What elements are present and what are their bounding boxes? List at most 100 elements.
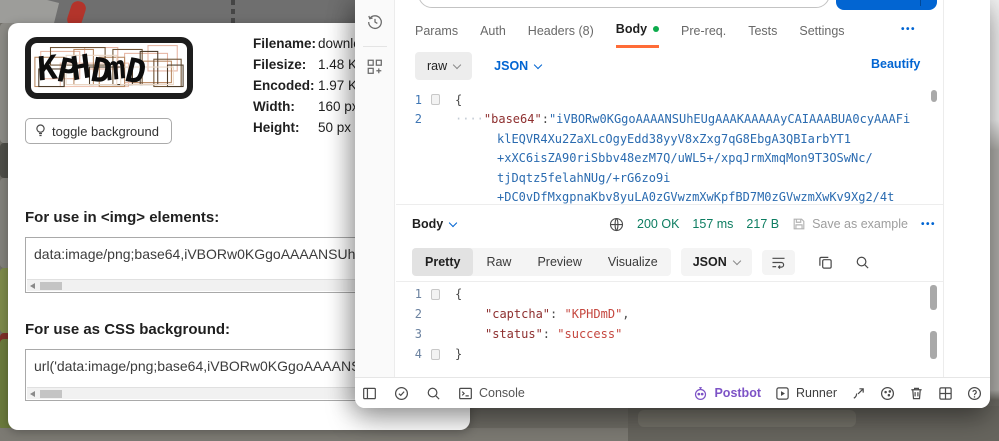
json-string-value: tjDqtz5felahNUg/+rG6zo9i <box>445 171 670 185</box>
copy-icon[interactable] <box>818 255 833 270</box>
captcha-image: KPHDmD <box>25 37 193 99</box>
postbot-label: Postbot <box>714 386 761 400</box>
postman-footer-bar: Console Postbot Runner <box>355 377 990 408</box>
capture-requests-button[interactable] <box>851 386 866 401</box>
cookies-button[interactable] <box>880 386 895 401</box>
collections-grid-icon[interactable] <box>366 58 384 76</box>
history-icon[interactable] <box>366 13 384 31</box>
file-info-row: Width: 160 px <box>253 96 361 117</box>
tab-settings[interactable]: Settings <box>799 13 844 48</box>
json-colon: : <box>542 112 549 126</box>
scroll-left-arrow-icon[interactable] <box>30 391 35 397</box>
code-line: 3 "status": "success" <box>396 324 942 344</box>
code-line: 1 { <box>396 284 942 304</box>
toggle-background-button[interactable]: toggle background <box>25 118 172 144</box>
file-info-label: Filename: <box>253 36 318 51</box>
code-text: } <box>445 347 462 361</box>
json-comma: , <box>622 307 629 321</box>
response-body-viewer[interactable]: 1 { 2 "captcha": "KPHDmD", 3 "status": "… <box>396 284 942 364</box>
capture-arrow-icon <box>851 386 866 401</box>
background-wedge <box>0 0 59 23</box>
sidebar-toggle-button[interactable] <box>362 386 377 401</box>
captcha-text: KPHDmD <box>34 47 150 92</box>
json-key: "status" <box>485 327 543 341</box>
response-size-badge[interactable]: 217 B <box>746 217 779 231</box>
request-more-options-button[interactable]: ••• <box>901 24 916 35</box>
response-scrollbar-thumb[interactable] <box>930 285 937 310</box>
postman-left-rail <box>355 0 395 377</box>
tab-headers[interactable]: Headers (8) <box>528 13 594 48</box>
json-string-value: +xXC6isZA90riSbbv48ezM7Q/uWL5+/xpqJrmXmq… <box>445 151 873 165</box>
tab-pretty[interactable]: Pretty <box>412 248 473 276</box>
save-icon <box>792 217 806 231</box>
trash-button[interactable] <box>909 386 924 401</box>
url-input[interactable] <box>418 0 830 8</box>
body-type-bar: raw JSON <box>415 51 541 81</box>
scroll-left-arrow-icon[interactable] <box>30 283 35 289</box>
chevron-down-icon <box>733 256 741 264</box>
response-language-select[interactable]: JSON <box>681 248 752 276</box>
code-line: 2 ····"base64":"iVBORw0KGgoAAAANSUhEUgAA… <box>396 110 942 130</box>
file-info-row: Filename: downlo <box>253 33 361 54</box>
send-split-divider <box>920 0 921 6</box>
help-button[interactable] <box>967 386 982 401</box>
tab-body[interactable]: Body <box>616 13 659 48</box>
split-layout-icon <box>938 386 953 401</box>
tab-tests[interactable]: Tests <box>748 13 777 48</box>
language-select[interactable]: JSON <box>494 59 541 73</box>
tab-raw[interactable]: Raw <box>473 248 524 276</box>
wrap-lines-button[interactable] <box>762 250 795 275</box>
console-icon <box>458 386 473 401</box>
rail-divider <box>363 46 387 47</box>
status-check-button[interactable] <box>394 386 409 401</box>
tab-preview[interactable]: Preview <box>524 248 594 276</box>
response-tabs-divider <box>396 281 943 282</box>
globe-icon[interactable] <box>609 217 624 232</box>
file-info-label: Height: <box>253 120 318 135</box>
check-circle-icon <box>394 386 409 401</box>
file-info-value: 160 px <box>318 99 359 114</box>
save-as-example-button[interactable]: Save as example <box>792 217 908 231</box>
code-text: { <box>445 93 462 107</box>
file-info-label: Encoded: <box>253 78 318 93</box>
line-number: 1 <box>396 287 431 301</box>
fold-marker-icon[interactable] <box>431 94 440 105</box>
fold-marker-icon[interactable] <box>431 349 440 360</box>
response-body-select[interactable]: Body <box>412 217 456 231</box>
body-type-select[interactable]: raw <box>415 52 472 80</box>
runner-button[interactable]: Runner <box>775 386 837 401</box>
line-number: 2 <box>396 307 431 321</box>
hscrollbar-thumb[interactable] <box>40 390 62 398</box>
send-button[interactable] <box>836 0 937 10</box>
img-data-uri-value: data:image/png;base64,iVBORw0KGgoAAAANSU… <box>34 246 355 262</box>
response-more-options-button[interactable]: ••• <box>921 219 936 230</box>
fold-marker-icon[interactable] <box>431 289 440 300</box>
request-body-editor[interactable]: 1 { 2 ····"base64":"iVBORw0KGgoAAAANSUhE… <box>396 90 942 207</box>
toggle-background-label: toggle background <box>52 124 159 139</box>
response-meta-bar: Body 200 OK 157 ms 217 B Save as example… <box>396 206 936 242</box>
cookie-icon <box>880 386 895 401</box>
postbot-button[interactable]: Postbot <box>693 386 761 401</box>
tab-pre-req[interactable]: Pre-req. <box>681 13 726 48</box>
window-scrollbar-thumb[interactable] <box>930 331 937 359</box>
beautify-link[interactable]: Beautify <box>871 57 920 71</box>
tab-auth[interactable]: Auth <box>480 13 506 48</box>
panels-layout-button[interactable] <box>938 386 953 401</box>
img-usage-heading: For use in <img> elements: <box>25 209 219 226</box>
code-line: tjDqtz5felahNUg/+rG6zo9i <box>396 168 942 188</box>
tab-visualize[interactable]: Visualize <box>595 248 671 276</box>
background-window-fragment <box>638 410 856 427</box>
console-button[interactable]: Console <box>458 386 525 401</box>
search-icon[interactable] <box>855 255 870 270</box>
code-line: klEQVR4Xu2ZaXLcOgyEdd38yyV8xZxg7qG8EbgA3… <box>396 129 942 149</box>
code-text: { <box>445 287 462 301</box>
lightbulb-icon <box>35 124 46 138</box>
code-line: 4 } <box>396 344 942 364</box>
hscrollbar-thumb[interactable] <box>40 282 62 290</box>
tab-params[interactable]: Params <box>415 13 458 48</box>
response-status-badge[interactable]: 200 OK <box>637 217 679 231</box>
line-number: 1 <box>396 93 431 107</box>
request-scrollbar-thumb[interactable] <box>931 90 937 102</box>
find-button[interactable] <box>426 386 441 401</box>
response-time-badge[interactable]: 157 ms <box>692 217 733 231</box>
